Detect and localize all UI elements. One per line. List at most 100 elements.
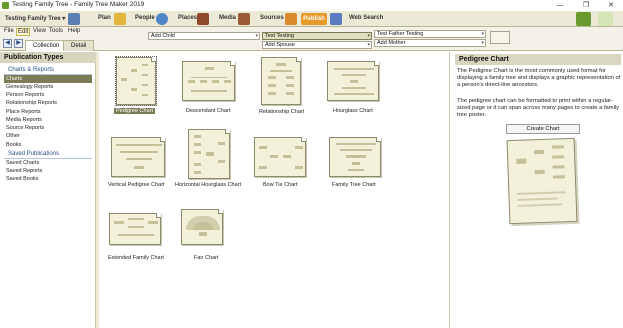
menu-view[interactable]: View [32, 28, 47, 34]
publication-type-source-reports[interactable]: Source Reports [4, 124, 92, 132]
section-saved-publications: Saved Publications [8, 151, 60, 157]
publication-type-relationship-reports[interactable]: Relationship Reports [4, 99, 92, 107]
maximize-button[interactable]: ❐ [574, 0, 598, 11]
chart-thumbnail [181, 209, 223, 245]
tab-web-search[interactable]: Web Search [349, 15, 383, 21]
chart-gallery: Pedigree Chart Descendant Chart Relation… [99, 52, 450, 328]
chart-item-descendant[interactable]: Descendant Chart [179, 60, 239, 116]
father-field[interactable]: Test Father Testing ▾ [374, 30, 486, 38]
add-mother-field[interactable]: Add Mother ▾ [374, 39, 486, 47]
chart-label: Descendant Chart [186, 108, 231, 114]
publication-type-genealogy-reports[interactable]: Genealogy Reports [4, 83, 92, 91]
tab-publish[interactable]: Publish [301, 13, 327, 25]
forward-arrow-icon[interactable]: ▶ [14, 39, 23, 48]
create-chart-button[interactable]: Create Chart [506, 124, 580, 134]
publication-type-other[interactable]: Other [4, 132, 92, 140]
publication-type-place-reports[interactable]: Place Reports [4, 108, 92, 116]
tab-people[interactable]: People [135, 15, 155, 21]
publication-types-panel: Publication Types Charts & Reports Chart… [0, 52, 96, 328]
selected-person-field[interactable]: Test Testing ▾ [262, 32, 372, 40]
chart-label: Horizontal Hourglass Chart [175, 182, 242, 188]
chevron-down-icon: ▾ [481, 40, 484, 46]
tab-plan[interactable]: Plan [98, 15, 111, 21]
web-icon[interactable] [330, 13, 342, 25]
publication-type-books[interactable]: Books [4, 141, 92, 149]
chart-item-relationship[interactable]: Relationship Chart [255, 56, 311, 116]
menu-file[interactable]: File [3, 28, 15, 34]
chart-thumbnail [254, 137, 306, 177]
chart-item-pedigree[interactable]: Pedigree Chart [114, 56, 158, 114]
chart-label: Extended Family Chart [108, 255, 164, 261]
globe-icon[interactable] [156, 13, 168, 25]
publication-type-saved-reports[interactable]: Saved Reports [4, 167, 92, 175]
books-icon[interactable] [197, 13, 209, 25]
family-view-icon[interactable] [490, 31, 510, 44]
chevron-down-icon: ▾ [255, 33, 258, 39]
publication-type-media-reports[interactable]: Media Reports [4, 116, 92, 124]
chart-label: Fan Chart [194, 255, 219, 261]
app-logo-icon [2, 2, 9, 9]
chart-thumbnail [111, 137, 165, 177]
add-spouse-label: Add Spouse [265, 42, 295, 48]
publication-type-saved-books[interactable]: Saved Books [4, 175, 92, 183]
detail-title: Pedigree Chart [455, 54, 621, 65]
chart-thumbnail [329, 137, 381, 177]
chart-label: Family Tree Chart [332, 182, 376, 188]
father-label: Test Father Testing [377, 31, 424, 37]
tab-sources[interactable]: Sources [260, 15, 284, 21]
bookshelf-icon[interactable] [238, 13, 250, 25]
chart-label: Relationship Chart [259, 109, 305, 115]
chart-item-vertical-pedigree[interactable]: Vertical Pedigree Chart [105, 136, 169, 190]
back-arrow-icon[interactable]: ◀ [3, 39, 12, 48]
chevron-down-icon: ▾ [62, 16, 66, 22]
detail-description: The Pedigree Chart is the most commonly … [457, 68, 621, 88]
chart-item-fan[interactable]: Fan Chart [179, 208, 231, 266]
home-icon[interactable] [68, 13, 80, 25]
menu-help[interactable]: Help [67, 28, 81, 34]
tree-leaf-icon[interactable] [598, 12, 613, 26]
chart-thumbnail [261, 57, 301, 105]
chart-item-horizontal-hourglass[interactable]: Horizontal Hourglass Chart [175, 128, 259, 190]
chart-item-family-tree[interactable]: Family Tree Chart [327, 136, 391, 190]
people-icon[interactable] [114, 13, 126, 25]
chart-item-bow-tie[interactable]: Bow Tie Chart [249, 136, 306, 190]
chart-thumbnail [188, 129, 230, 179]
publication-type-saved-charts[interactable]: Saved Charts [4, 159, 92, 167]
minimize-button[interactable]: — [548, 0, 572, 11]
chart-thumbnail [327, 61, 379, 101]
chevron-down-icon: ▾ [481, 31, 484, 37]
chart-label: Hourglass Chart [333, 108, 373, 114]
chart-item-extended-family[interactable]: Extended Family Chart [105, 212, 171, 266]
section-charts-reports: Charts & Reports [8, 67, 55, 73]
chart-label: Pedigree Chart [114, 108, 155, 114]
chart-thumbnail [182, 61, 235, 101]
add-child-field[interactable]: Add Child ▾ [148, 32, 260, 40]
chart-item-hourglass[interactable]: Hourglass Chart [325, 60, 381, 116]
menu-tools[interactable]: Tools [48, 28, 64, 34]
chart-label: Vertical Pedigree Chart [108, 182, 165, 188]
window-title: Testing Family Tree - Family Tree Maker … [12, 1, 145, 8]
sync-icon[interactable] [576, 12, 591, 26]
chart-preview-image [506, 137, 578, 225]
tree-name: Testing Family Tree [5, 16, 61, 22]
add-spouse-field[interactable]: Add Spouse ▾ [262, 41, 372, 49]
tab-detail[interactable]: Detail [63, 40, 95, 51]
menu-edit[interactable]: Edit [16, 28, 31, 36]
publication-type-charts[interactable]: Charts [4, 75, 92, 83]
detail-description-2: The pedigree chart can be formatted to p… [457, 98, 620, 118]
tab-media[interactable]: Media [219, 15, 236, 21]
chart-thumbnail [109, 213, 161, 245]
add-child-label: Add Child [151, 33, 175, 39]
chart-thumbnail [115, 56, 157, 106]
chart-label: Bow Tie Chart [263, 182, 298, 188]
chevron-down-icon: ▾ [367, 42, 370, 48]
tab-collection[interactable]: Collection [25, 40, 68, 51]
chevron-down-icon: ▾ [367, 33, 370, 39]
tree-selector[interactable]: Testing Family Tree ▾ [5, 15, 65, 22]
main-toolbar: Testing Family Tree ▾ Plan People Places… [0, 11, 623, 27]
printer-icon[interactable] [285, 13, 297, 25]
tab-places[interactable]: Places [178, 15, 197, 21]
publication-type-person-reports[interactable]: Person Reports [4, 91, 92, 99]
add-mother-label: Add Mother [377, 40, 406, 46]
close-button[interactable]: ✕ [599, 0, 623, 11]
